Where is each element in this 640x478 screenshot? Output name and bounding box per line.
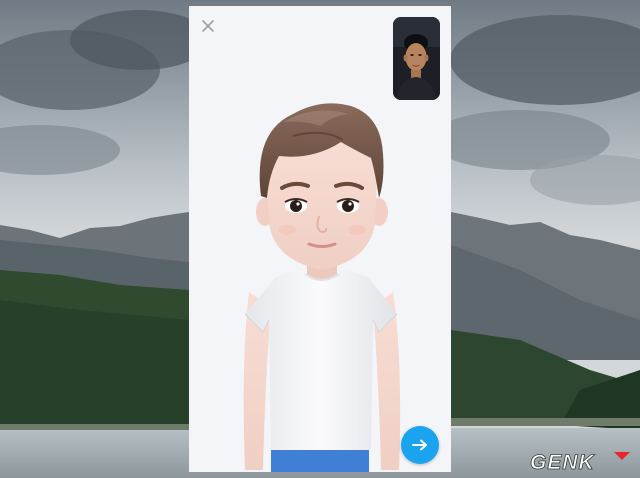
ar-emoji-avatar	[243, 103, 401, 472]
close-button[interactable]	[197, 15, 219, 37]
ar-emoji-screen	[189, 6, 451, 472]
camera-preview-thumbnail	[393, 17, 440, 100]
close-icon	[202, 20, 214, 32]
next-button[interactable]	[401, 426, 439, 464]
arrow-right-icon	[412, 439, 427, 451]
svg-text:GENK: GENK	[530, 451, 596, 474]
screenshot-stage: GENK	[0, 0, 640, 478]
user-face-photo	[393, 17, 440, 100]
genk-watermark-logo: GENK	[530, 451, 630, 474]
